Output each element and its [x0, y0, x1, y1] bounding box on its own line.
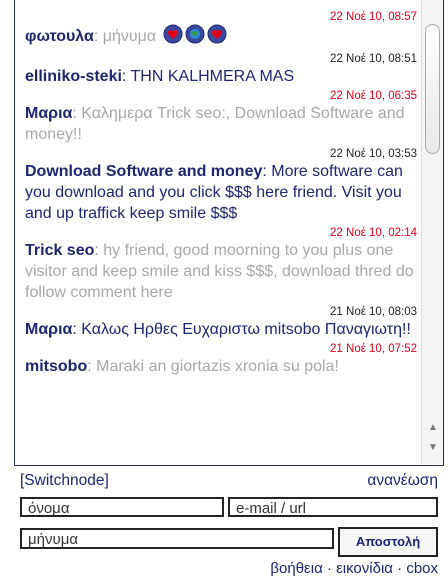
footer-links: βοήθεια · εικονίδια · cbox: [270, 560, 438, 577]
message-text: Καλημερα Trick seo:, Download Software a…: [25, 105, 405, 143]
message-text: Maraki an giortazis xronia su pola!: [96, 358, 339, 375]
switchnode-link[interactable]: [Switchnode]: [20, 472, 109, 490]
message-field[interactable]: μήνυμα: [20, 528, 334, 549]
timestamp: 21 Νοέ 10, 08:03: [330, 306, 417, 318]
timestamp: 22 Νοέ 10, 03:53: [330, 148, 417, 160]
list-item: 21 Νοέ 10, 08:03 Μαρια: Καλως Ηρθες Ευχα…: [25, 306, 417, 338]
author-name[interactable]: φωτουλα: [25, 28, 94, 45]
heart-icon: [163, 24, 183, 50]
cbox-link[interactable]: cbox: [406, 560, 438, 577]
list-item: 22 Νοέ 10, 03:53 Download Software and m…: [25, 148, 417, 222]
send-button[interactable]: Αποστολή: [338, 527, 438, 557]
refresh-link[interactable]: ανανέωση: [367, 472, 438, 490]
list-item: 21 Νοέ 10, 07:52 mitsobo: Maraki an gior…: [25, 343, 417, 375]
globe-icon: [185, 24, 205, 50]
list-item: 22 Νοέ 10, 02:14 Trick seo: hy friend, g…: [25, 227, 417, 301]
chat-controls: [Switchnode] ανανέωση όνομα e-mail / url…: [14, 466, 444, 583]
message-list: 22 Νοέ 10, 08:57 φωτουλα: μήνυμα 22 Νοέ …: [25, 10, 417, 379]
heart-icon: [207, 24, 227, 50]
timestamp: 22 Νοέ 10, 08:51: [330, 53, 417, 65]
message-text: THN KALHMERA MAS: [130, 68, 295, 85]
name-field[interactable]: όνομα: [20, 497, 224, 517]
email-url-field[interactable]: e-mail / url: [228, 497, 438, 517]
author-name[interactable]: Μαρια: [25, 105, 72, 122]
author-name[interactable]: mitsobo: [25, 358, 87, 375]
message-panel: 22 Νοέ 10, 08:57 φωτουλα: μήνυμα 22 Νοέ …: [14, 0, 444, 466]
timestamp: 21 Νοέ 10, 07:52: [330, 343, 417, 355]
timestamp: 22 Νοέ 10, 08:57: [330, 11, 417, 23]
scrollbar[interactable]: ▲ ▼: [421, 0, 443, 464]
list-item: 22 Νοέ 10, 06:35 Μαρια: Καλημερα Trick s…: [25, 90, 417, 143]
scrollbar-thumb[interactable]: [425, 24, 440, 154]
chat-widget: 22 Νοέ 10, 08:57 φωτουλα: μήνυμα 22 Νοέ …: [14, 0, 444, 583]
help-link[interactable]: βοήθεια: [270, 560, 322, 577]
author-name[interactable]: Μαρια: [25, 321, 72, 338]
author-name[interactable]: Download Software and money: [25, 163, 262, 180]
smilies-link[interactable]: εικονίδια: [336, 560, 393, 577]
message-text: μήνυμα: [102, 28, 157, 46]
scroll-up-arrow-icon[interactable]: ▲: [425, 420, 441, 436]
list-item: 22 Νοέ 10, 08:57 φωτουλα: μήνυμα: [25, 10, 417, 50]
timestamp: 22 Νοέ 10, 06:35: [330, 90, 417, 102]
author-name[interactable]: Trick seo: [25, 242, 94, 259]
timestamp: 22 Νοέ 10, 02:14: [330, 227, 417, 239]
message-text: Καλως Ηρθες Ευχαριστω mitsobo Παναγιωτη!…: [81, 321, 411, 338]
scroll-down-arrow-icon[interactable]: ▼: [425, 440, 441, 456]
author-name[interactable]: elliniko-steki: [25, 68, 122, 85]
list-item: 22 Νοέ 10, 08:51 elliniko-steki: THN KAL…: [25, 53, 417, 85]
